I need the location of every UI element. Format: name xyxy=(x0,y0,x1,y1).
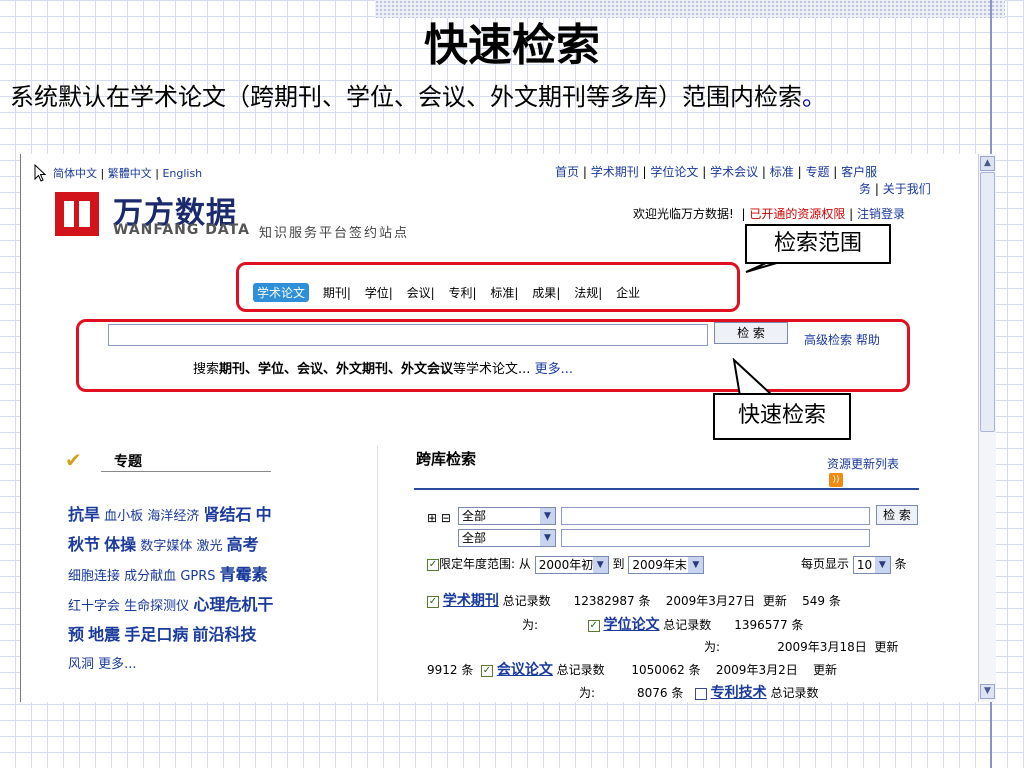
db-checkbox[interactable]: ✓ xyxy=(427,595,439,608)
language-switcher: 简体中文 | 繁體中文 | English xyxy=(53,167,203,180)
nav-service-cont[interactable]: 务 xyxy=(859,182,871,196)
lang-traditional[interactable]: 繁體中文 xyxy=(108,167,152,180)
topic-item[interactable]: 高考 xyxy=(227,535,259,554)
expand-collapse-icon[interactable]: ⊞ ⊟ xyxy=(427,511,451,525)
welcome-text: 欢迎光临万方数据! xyxy=(633,207,734,221)
wanfang-logo-icon xyxy=(55,192,99,236)
per-page-row: 每页显示 10 ▼ 条 xyxy=(801,555,907,574)
db-checkbox[interactable]: ✓ xyxy=(481,664,493,677)
nav-theses[interactable]: 学位论文 xyxy=(650,165,698,179)
topic-item[interactable]: 心理危机干 xyxy=(193,595,273,614)
db-row-1b: 为: ✓ 学位论文 总记录数 1396577 条 xyxy=(522,617,804,633)
cross-divider xyxy=(414,488,919,490)
db-checkbox[interactable]: ✓ xyxy=(694,687,707,700)
topic-item[interactable]: 成分献血 xyxy=(124,569,176,584)
topic-item[interactable]: 体操 xyxy=(104,535,136,554)
per-page-select[interactable]: 10 ▼ xyxy=(852,555,891,574)
topic-more[interactable]: 更多... xyxy=(98,657,136,672)
topic-item[interactable]: 预 xyxy=(68,625,84,644)
topic-check-icon: ✔ xyxy=(65,448,82,472)
topic-item[interactable]: GPRS xyxy=(180,569,215,584)
db-conference-link[interactable]: 会议论文 xyxy=(497,662,553,678)
topic-item[interactable]: 秋节 xyxy=(68,535,100,554)
topic-item[interactable]: 红十字会 xyxy=(68,599,120,614)
db-journal-link[interactable]: 学术期刊 xyxy=(443,593,499,609)
topic-item[interactable]: 生命探测仪 xyxy=(124,599,189,614)
decorative-band xyxy=(375,0,1005,18)
topics-list: 抗旱 血小板 海洋经济 肾结石 中 秋节 体操 数字媒体 激光 高考 细胞连接 … xyxy=(68,501,338,679)
nav-home[interactable]: 首页 xyxy=(555,165,579,179)
scroll-up-icon[interactable]: ▲ xyxy=(980,156,995,171)
topic-item[interactable]: 抗旱 xyxy=(68,505,100,524)
db-row-3: 9912 条 ✓ 会议论文 总记录数 1050062 条 2009年3月2日 更… xyxy=(427,662,837,678)
access-link[interactable]: 已开通的资源权限 xyxy=(749,207,845,221)
logout-link[interactable]: 注销登录 xyxy=(857,207,905,221)
scroll-down-icon[interactable]: ▼ xyxy=(980,684,995,699)
topic-item[interactable]: 细胞连接 xyxy=(68,569,120,584)
topic-item[interactable]: 手足口病 xyxy=(124,625,188,644)
nav-topics[interactable]: 专题 xyxy=(805,165,829,179)
cursor-icon xyxy=(34,164,47,182)
slide-title: 快速检索 xyxy=(424,20,600,71)
user-bar: 欢迎光临万方数据! | 已开通的资源权限 | 注销登录 xyxy=(633,207,906,221)
cross-search-title: 跨库检索 xyxy=(416,450,477,468)
db-row-3b: 为: 8076 条 ✓ 专利技术 总记录数 xyxy=(579,685,819,701)
top-nav-line2: 务 | 关于我们 xyxy=(859,182,931,196)
topic-item[interactable]: 激光 xyxy=(196,539,222,554)
db-row-2b: 为: 2009年3月18日 更新 xyxy=(704,640,899,654)
year-range-row: ✓ 限定年度范围: 从 2000年初 ▼ 到 2009年末 ▼ xyxy=(427,555,705,574)
logo-slogan: 知识服务平台签约站点 xyxy=(259,226,410,241)
update-list-link[interactable]: 资源更新列表 xyxy=(827,455,899,472)
column-divider xyxy=(377,446,378,702)
nav-about[interactable]: 关于我们 xyxy=(883,182,931,196)
db-patent-link[interactable]: 专利技术 xyxy=(711,685,767,701)
scope-highlight-box xyxy=(236,262,740,312)
db-checkbox[interactable]: ✓ xyxy=(587,619,600,632)
callout-quick-search: 快速检索 xyxy=(713,393,851,440)
topic-item[interactable]: 前沿科技 xyxy=(192,625,256,644)
cross-input-2[interactable] xyxy=(561,529,870,547)
nav-service[interactable]: 客户服 xyxy=(841,165,877,179)
topics-heading: 专题 xyxy=(114,454,142,470)
topic-item[interactable]: 中 xyxy=(256,505,272,524)
nav-standards[interactable]: 标准 xyxy=(770,165,794,179)
nav-conferences[interactable]: 学术会议 xyxy=(710,165,758,179)
vertical-scrollbar[interactable]: ▲ ▼ xyxy=(978,154,996,702)
field-select-2[interactable]: 全部 ▼ xyxy=(458,527,556,547)
year-to-select[interactable]: 2009年末 ▼ xyxy=(628,555,705,574)
topic-item[interactable]: 风洞 xyxy=(68,657,94,672)
topic-item[interactable]: 海洋经济 xyxy=(147,509,199,524)
year-from-select[interactable]: 2000年初 ▼ xyxy=(534,555,609,574)
lang-simplified[interactable]: 简体中文 xyxy=(53,167,97,180)
topic-item[interactable]: 青霉素 xyxy=(220,565,268,584)
top-nav: 首页 | 学术期刊 | 学位论文 | 学术会议 | 标准 | 专题 | 客户服 xyxy=(555,165,878,179)
topic-item[interactable]: 地震 xyxy=(88,625,120,644)
slide-subtitle: 系统默认在学术论文（跨期刊、学位、会议、外文期刊等多库）范围内检索。 xyxy=(10,83,826,111)
callout-search-scope: 检索范围 xyxy=(745,224,891,264)
cross-input-1[interactable] xyxy=(561,507,870,525)
cross-search-button[interactable]: 检 索 xyxy=(876,505,918,525)
lang-english[interactable]: English xyxy=(162,167,202,180)
nav-journals[interactable]: 学术期刊 xyxy=(591,165,639,179)
db-thesis-link[interactable]: 学位论文 xyxy=(603,617,659,633)
logo-en: WANFANG DATA xyxy=(113,222,250,238)
topic-item[interactable]: 血小板 xyxy=(104,509,143,524)
field-select-1[interactable]: 全部 ▼ xyxy=(458,505,556,525)
topic-item[interactable]: 肾结石 xyxy=(203,505,251,524)
year-limit-checkbox[interactable]: ✓ xyxy=(427,558,439,571)
callout-pointer xyxy=(732,358,776,397)
topics-divider xyxy=(101,471,271,472)
scroll-thumb[interactable] xyxy=(980,172,995,432)
rss-icon[interactable]: )) xyxy=(829,473,843,487)
topic-item[interactable]: 数字媒体 xyxy=(140,539,192,554)
db-row-1: ✓ 学术期刊 总记录数 12382987 条 2009年3月27日 更新 549… xyxy=(427,593,841,609)
